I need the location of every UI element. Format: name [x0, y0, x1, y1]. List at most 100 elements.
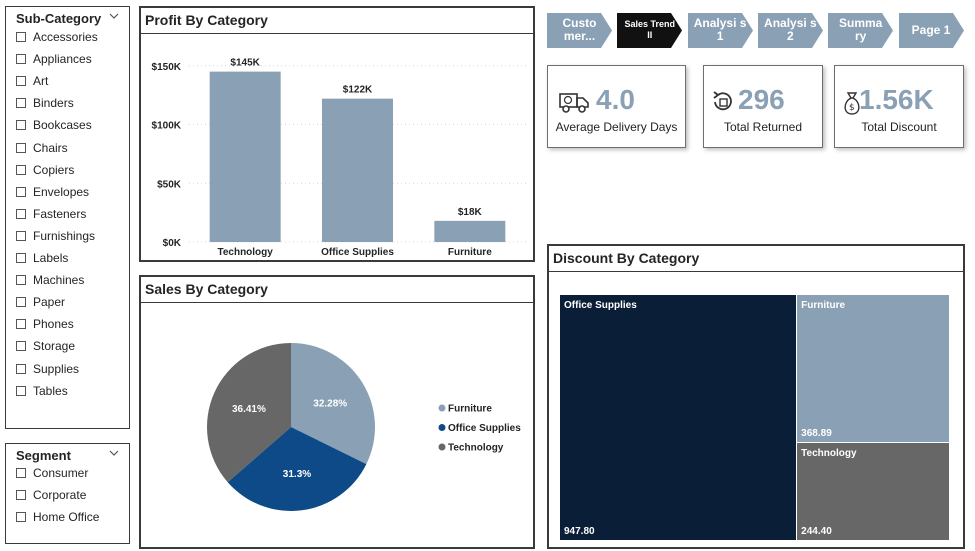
- nav-button-label: Analysi s 1: [693, 16, 747, 43]
- kpi-label-returned: Total Returned: [723, 120, 803, 134]
- checkbox[interactable]: [16, 186, 26, 197]
- checkbox[interactable]: [16, 98, 26, 109]
- slicer-item-label: Copiers: [33, 162, 75, 177]
- slicer-item-label: Accessories: [33, 30, 98, 44]
- checkbox[interactable]: [16, 512, 26, 523]
- checkbox[interactable]: [16, 164, 26, 175]
- bar[interactable]: [209, 71, 281, 242]
- kpi-card-returned: 296 Total Returned: [703, 65, 823, 148]
- nav-button[interactable]: Analysi s 2: [757, 13, 823, 48]
- slicer-item-label: Bookcases: [33, 118, 92, 133]
- y-tick-label: $0K: [163, 238, 182, 249]
- checkbox[interactable]: [16, 142, 26, 153]
- treemap-tile[interactable]: Technology 244.40: [797, 443, 949, 540]
- slicer-item-label: Appliances: [33, 52, 92, 67]
- nav-button[interactable]: Custo mer...: [547, 13, 612, 48]
- checkbox[interactable]: [16, 120, 26, 131]
- slicer-item[interactable]: Paper: [16, 294, 65, 310]
- treemap-value-label: 368.89: [801, 428, 832, 440]
- legend-marker: [438, 424, 446, 431]
- slicer-item[interactable]: Consumer: [16, 465, 88, 481]
- segment-slicer-title: Segment: [16, 448, 71, 463]
- chevron-down-icon[interactable]: [109, 12, 119, 20]
- treemap-category-label: Technology: [801, 448, 857, 460]
- slicer-item[interactable]: Appliances: [16, 51, 92, 67]
- checkbox[interactable]: [16, 253, 26, 263]
- profit-bar-chart: $0K $50K $100K $150K $145K Technology $122K Off…: [152, 58, 526, 258]
- nav-button[interactable]: Page 1: [898, 13, 964, 48]
- slicer-item[interactable]: Bookcases: [16, 117, 92, 133]
- nav-button-label: Analysi s 2: [764, 16, 817, 43]
- svg-text:$: $: [849, 103, 855, 113]
- slicer-item[interactable]: Fasteners: [16, 206, 86, 222]
- y-tick-label: $100K: [152, 121, 182, 132]
- bar-value-label: $145K: [230, 58, 260, 69]
- bar[interactable]: [434, 220, 506, 242]
- slicer-item[interactable]: Furnishings: [16, 228, 95, 244]
- treemap-category-label: Furniture: [801, 300, 846, 311]
- bar-value-label: $122K: [343, 85, 373, 96]
- slicer-item[interactable]: Binders: [16, 95, 74, 111]
- kpi-card-discount: $ 1.56K Total Discount: [834, 65, 964, 148]
- slicer-item[interactable]: Art: [16, 73, 48, 89]
- legend-label[interactable]: Office Supplies: [448, 423, 521, 434]
- checkbox[interactable]: [16, 363, 26, 374]
- slicer-item[interactable]: Phones: [16, 316, 74, 332]
- legend-label[interactable]: Technology: [448, 443, 504, 454]
- checkbox[interactable]: [16, 341, 26, 352]
- slicer-item[interactable]: Envelopes: [16, 184, 89, 200]
- bar[interactable]: [322, 98, 393, 243]
- checkbox[interactable]: [16, 32, 26, 42]
- treemap-value-label: 244.40: [801, 525, 832, 537]
- slicer-item-label: Tables: [33, 383, 68, 398]
- checkbox[interactable]: [16, 275, 26, 286]
- profit-by-category-card: Profit By Category $0K $50K $100K $150K $145…: [139, 6, 535, 262]
- checkbox[interactable]: [16, 297, 26, 308]
- nav-button-label: Custo mer...: [562, 16, 597, 43]
- y-tick-label: $50K: [157, 179, 182, 190]
- nav-button[interactable]: Summa ry: [828, 13, 894, 48]
- legend-label[interactable]: Furniture: [448, 404, 492, 415]
- slicer-item-label: Chairs: [33, 140, 68, 155]
- slicer-item[interactable]: Storage: [16, 338, 75, 354]
- slicer-item-label: Labels: [33, 251, 69, 265]
- slicer-item[interactable]: Corporate: [16, 487, 86, 503]
- checkbox[interactable]: [16, 490, 26, 501]
- discount-chart-title: Discount By Category: [553, 250, 700, 266]
- slicer-item[interactable]: Supplies: [16, 361, 79, 377]
- nav-button[interactable]: Analysi s 1: [687, 13, 753, 48]
- checkbox[interactable]: [16, 230, 26, 241]
- slicer-item[interactable]: Tables: [16, 383, 68, 399]
- nav-button-label: Sales Trend II: [624, 19, 676, 40]
- sales-chart-title: Sales By Category: [145, 281, 268, 297]
- treemap-tile[interactable]: Furniture 368.89: [797, 295, 949, 443]
- kpi-value-delivery: 4.0: [596, 84, 635, 115]
- slicer-item[interactable]: Copiers: [16, 162, 74, 178]
- slicer-item-label: Machines: [33, 273, 85, 288]
- kpi-value-discount: 1.56K: [859, 84, 934, 115]
- slicer-item[interactable]: Machines: [16, 272, 84, 288]
- slicer-item[interactable]: Accessories: [16, 29, 98, 45]
- checkbox[interactable]: [16, 385, 26, 396]
- slicer-item[interactable]: Chairs: [16, 140, 68, 156]
- pie-data-label: 31.3%: [283, 469, 311, 480]
- checkbox[interactable]: [16, 208, 26, 219]
- treemap-tile[interactable]: Office Supplies 947.80: [560, 295, 797, 540]
- checkbox[interactable]: [16, 54, 26, 65]
- bar-value-label: $18K: [458, 207, 483, 218]
- checkbox[interactable]: [16, 76, 26, 87]
- chevron-down-icon[interactable]: [109, 449, 119, 457]
- nav-button[interactable]: Sales Trend II: [617, 13, 683, 48]
- x-tick-label: Office Supplies: [321, 247, 394, 258]
- slicer-item-label: Binders: [33, 96, 74, 111]
- kpi-card-delivery: 4.0 Average Delivery Days: [547, 65, 686, 148]
- checkbox[interactable]: [16, 319, 26, 330]
- slicer-item-label: Corporate: [33, 488, 87, 503]
- checkbox[interactable]: [16, 468, 26, 478]
- slicer-item[interactable]: Labels: [16, 250, 68, 266]
- treemap-value-label: 947.80: [564, 526, 595, 537]
- sales-by-category-card: Sales By Category 32.28% 31.3% 36.41% Furni…: [139, 275, 535, 549]
- slicer-item-label: Phones: [33, 317, 74, 332]
- slicer-item-label: Storage: [33, 339, 76, 354]
- slicer-item[interactable]: Home Office: [16, 509, 99, 525]
